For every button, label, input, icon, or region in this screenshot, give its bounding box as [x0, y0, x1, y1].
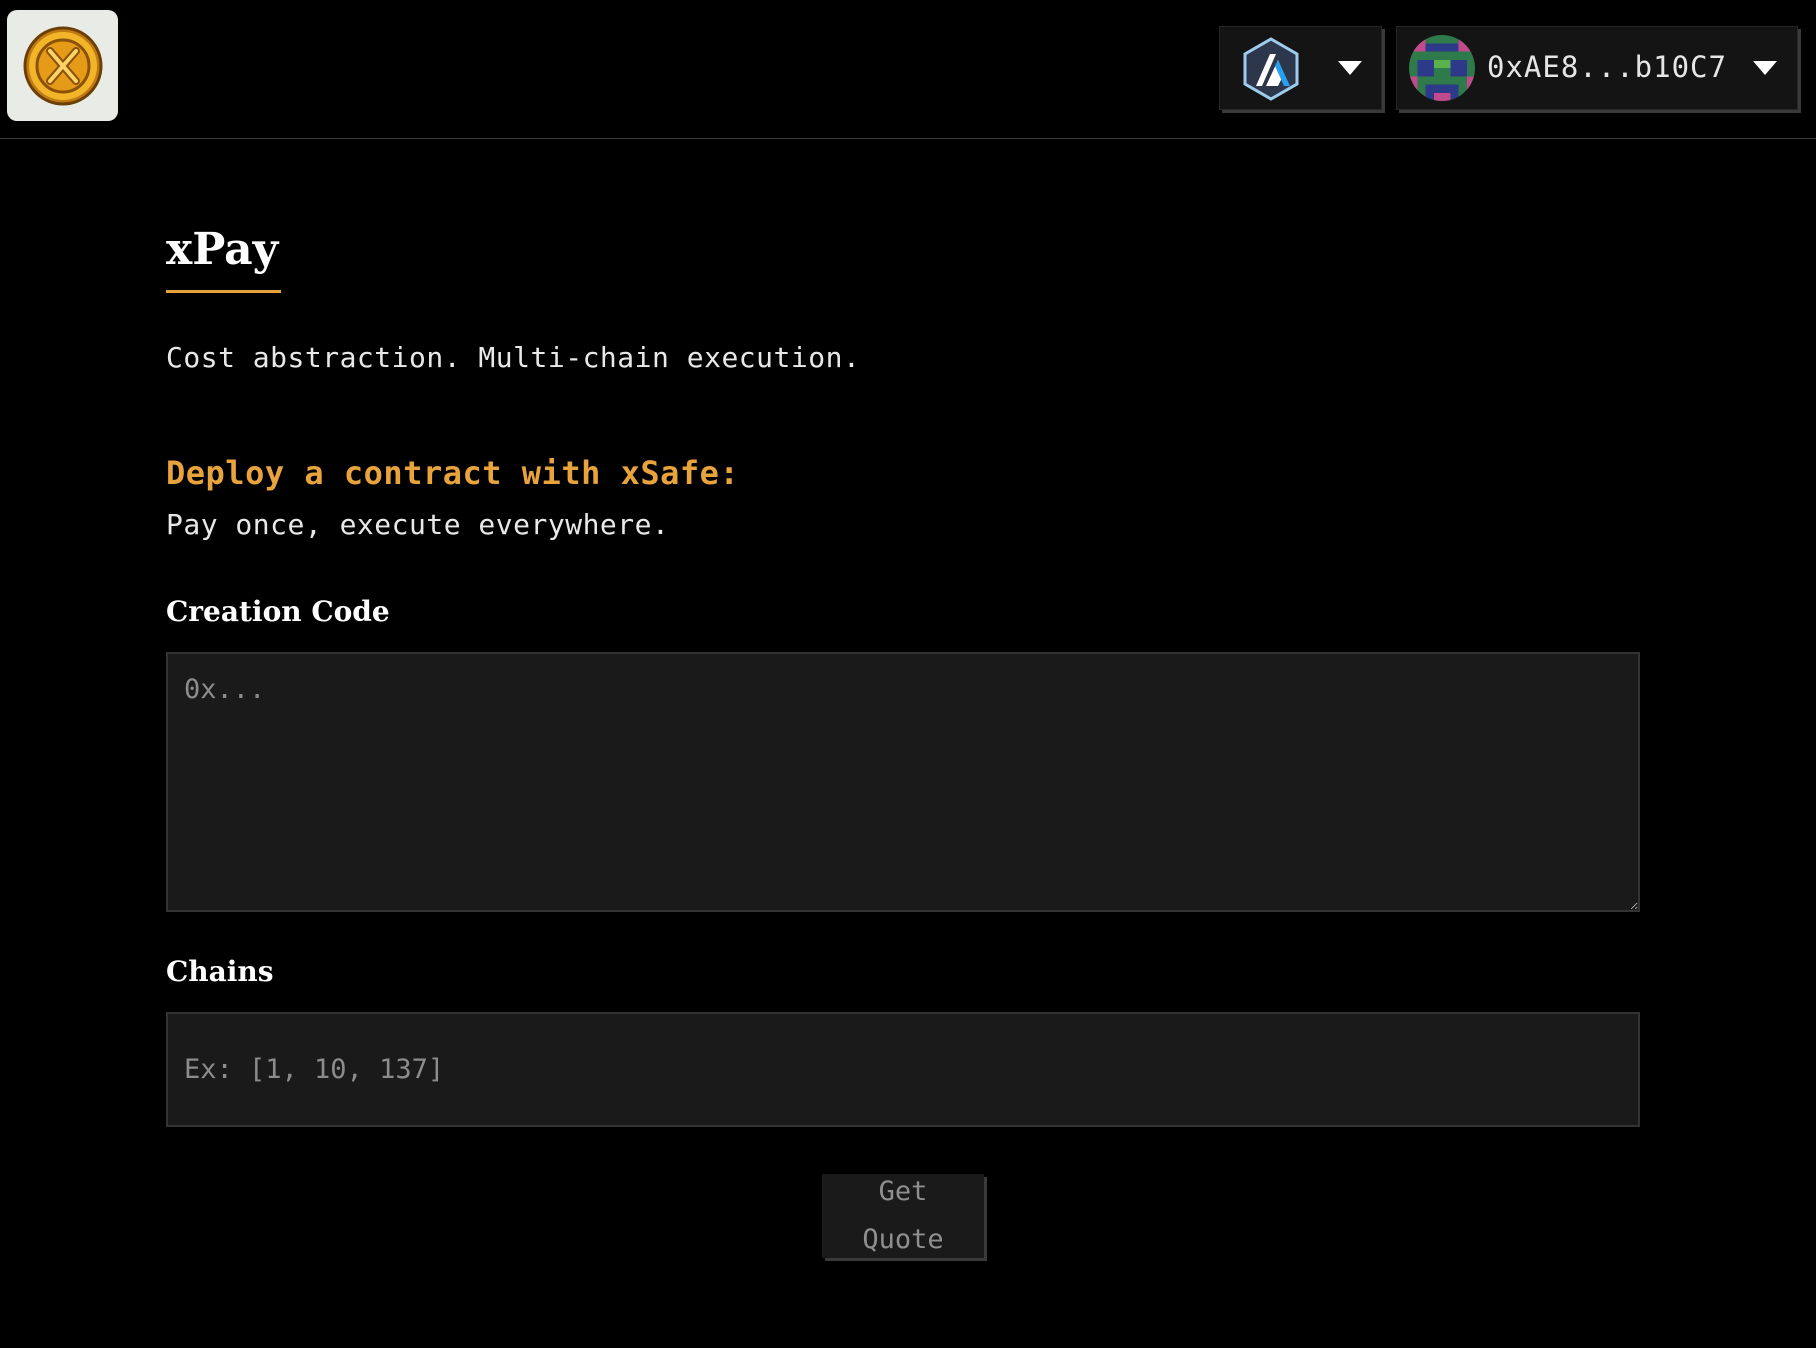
creation-code-label: Creation Code: [166, 595, 390, 628]
deploy-heading: Deploy a contract with xSafe:: [166, 454, 740, 492]
avatar: [1409, 35, 1475, 101]
get-quote-button[interactable]: Get Quote: [822, 1174, 984, 1258]
deploy-subheading: Pay once, execute everywhere.: [166, 508, 670, 541]
top-header: 0xAE8...b10C7: [0, 0, 1816, 139]
xsafe-coin-logo-icon: [23, 26, 102, 105]
tagline: Cost abstraction. Multi-chain execution.: [166, 341, 861, 374]
network-selector-button[interactable]: [1219, 26, 1382, 110]
creation-code-input[interactable]: [166, 652, 1640, 912]
page-title: xPay: [166, 224, 279, 275]
chains-label: Chains: [166, 955, 274, 988]
chains-input[interactable]: [166, 1012, 1640, 1127]
chevron-down-icon: [1338, 61, 1362, 75]
arbitrum-icon: [1243, 37, 1299, 101]
chevron-down-icon: [1753, 61, 1777, 75]
title-underline: [166, 290, 281, 293]
account-button[interactable]: 0xAE8...b10C7: [1396, 26, 1798, 110]
wallet-address: 0xAE8...b10C7: [1487, 50, 1727, 84]
pixel-avatar-icon: [1409, 35, 1475, 101]
app-logo[interactable]: [7, 10, 118, 121]
